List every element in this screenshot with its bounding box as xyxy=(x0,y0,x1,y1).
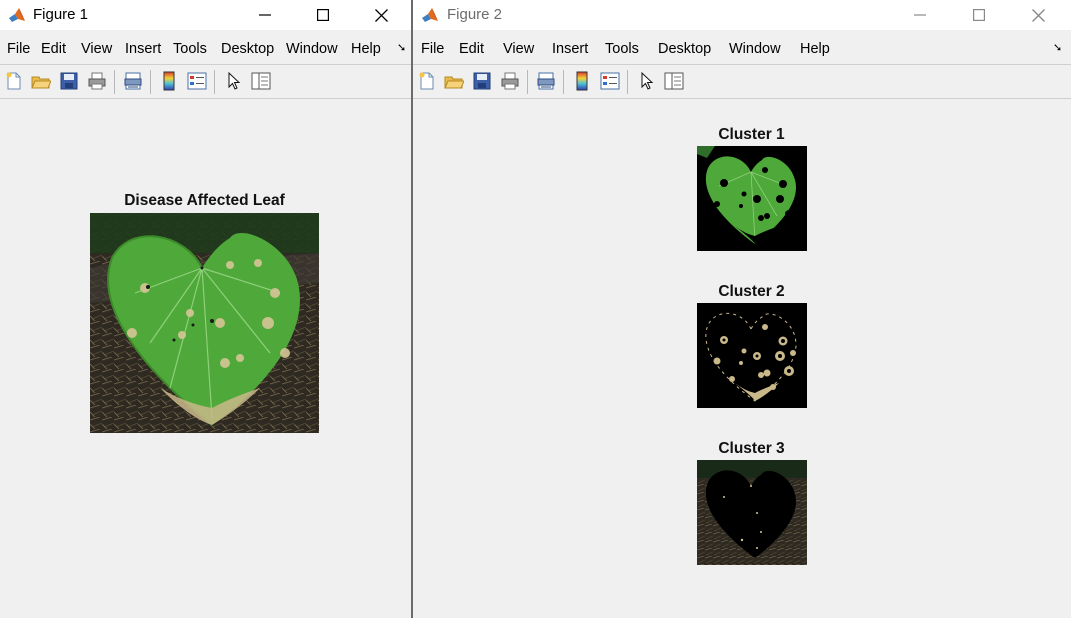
maximize-icon xyxy=(317,9,329,21)
menu-tools[interactable]: Tools xyxy=(605,41,639,57)
save-icon[interactable] xyxy=(472,71,492,91)
colorbar-icon[interactable] xyxy=(159,71,179,91)
pointer-icon[interactable] xyxy=(637,71,657,91)
toolbar-separator xyxy=(627,70,628,94)
property-editor-icon[interactable] xyxy=(251,71,271,91)
toolbar-separator xyxy=(527,70,528,94)
menu-view[interactable]: View xyxy=(81,41,112,57)
print-preview-icon[interactable] xyxy=(536,71,556,91)
print-preview-icon[interactable] xyxy=(123,71,143,91)
figure-toolbar xyxy=(413,64,1071,99)
menu-insert[interactable]: Insert xyxy=(125,41,161,57)
window-title: Figure 2 xyxy=(447,6,503,23)
cluster-3-title: Cluster 3 xyxy=(718,440,785,457)
menu-help[interactable]: Help xyxy=(351,41,381,57)
minimize-button[interactable] xyxy=(897,0,943,30)
close-button[interactable] xyxy=(358,0,404,30)
axes-title: Disease Affected Leaf xyxy=(124,192,285,209)
menu-file[interactable]: File xyxy=(7,41,30,57)
colorbar-icon[interactable] xyxy=(572,71,592,91)
cluster-1-title: Cluster 1 xyxy=(718,126,785,143)
cluster-2-graphic xyxy=(697,303,807,408)
figure-toolbar xyxy=(0,64,411,99)
menu-overflow-icon[interactable]: ➘ xyxy=(1053,41,1062,54)
minimize-button[interactable] xyxy=(242,0,288,30)
close-icon xyxy=(374,8,388,22)
menu-window[interactable]: Window xyxy=(729,41,781,57)
print-icon[interactable] xyxy=(87,71,107,91)
toolbar-separator xyxy=(214,70,215,94)
cluster-1-graphic xyxy=(697,146,807,251)
print-icon[interactable] xyxy=(500,71,520,91)
menu-window[interactable]: Window xyxy=(286,41,338,57)
window-title: Figure 1 xyxy=(33,6,89,23)
menu-insert[interactable]: Insert xyxy=(552,41,588,57)
menu-desktop[interactable]: Desktop xyxy=(221,41,274,57)
toolbar-separator xyxy=(563,70,564,94)
cluster-1-image xyxy=(697,146,807,251)
figure1-titlebar[interactable]: Figure 1 xyxy=(0,0,411,30)
menu-edit[interactable]: Edit xyxy=(41,41,66,57)
leaf-image-graphic xyxy=(90,213,319,433)
new-figure-icon[interactable] xyxy=(417,71,437,91)
cluster-3-image xyxy=(697,460,807,565)
maximize-icon xyxy=(973,9,985,21)
cluster-3-graphic xyxy=(697,460,807,565)
menu-view[interactable]: View xyxy=(503,41,534,57)
menu-overflow-icon[interactable]: ➘ xyxy=(397,41,406,54)
close-icon xyxy=(1031,8,1045,22)
maximize-button[interactable] xyxy=(300,0,346,30)
legend-icon[interactable] xyxy=(600,71,620,91)
new-figure-icon[interactable] xyxy=(4,71,24,91)
maximize-button[interactable] xyxy=(956,0,1002,30)
pointer-icon[interactable] xyxy=(224,71,244,91)
minimize-icon xyxy=(914,14,926,16)
menubar: File Edit View Insert Tools Desktop Wind… xyxy=(0,35,411,63)
menu-edit[interactable]: Edit xyxy=(459,41,484,57)
legend-icon[interactable] xyxy=(187,71,207,91)
menubar: File Edit View Insert Tools Desktop Wind… xyxy=(413,35,1071,63)
leaf-image xyxy=(90,213,319,433)
toolbar-separator xyxy=(114,70,115,94)
menu-help[interactable]: Help xyxy=(800,41,830,57)
cluster-2-title: Cluster 2 xyxy=(718,283,785,300)
toolbar-separator xyxy=(150,70,151,94)
menu-file[interactable]: File xyxy=(421,41,444,57)
matlab-logo-icon xyxy=(422,8,438,22)
close-button[interactable] xyxy=(1015,0,1061,30)
figure2-titlebar[interactable]: Figure 2 xyxy=(413,0,1071,30)
property-editor-icon[interactable] xyxy=(664,71,684,91)
save-icon[interactable] xyxy=(59,71,79,91)
minimize-icon xyxy=(259,14,271,16)
menu-desktop[interactable]: Desktop xyxy=(658,41,711,57)
figure1-window: Figure 1 File Edit View Insert Tools Des… xyxy=(0,0,411,618)
figure2-window: Figure 2 File Edit View Insert Tools Des… xyxy=(413,0,1071,618)
cluster-2-image xyxy=(697,303,807,408)
open-file-icon[interactable] xyxy=(31,71,51,91)
matlab-logo-icon xyxy=(9,8,25,22)
menu-tools[interactable]: Tools xyxy=(173,41,207,57)
open-file-icon[interactable] xyxy=(444,71,464,91)
